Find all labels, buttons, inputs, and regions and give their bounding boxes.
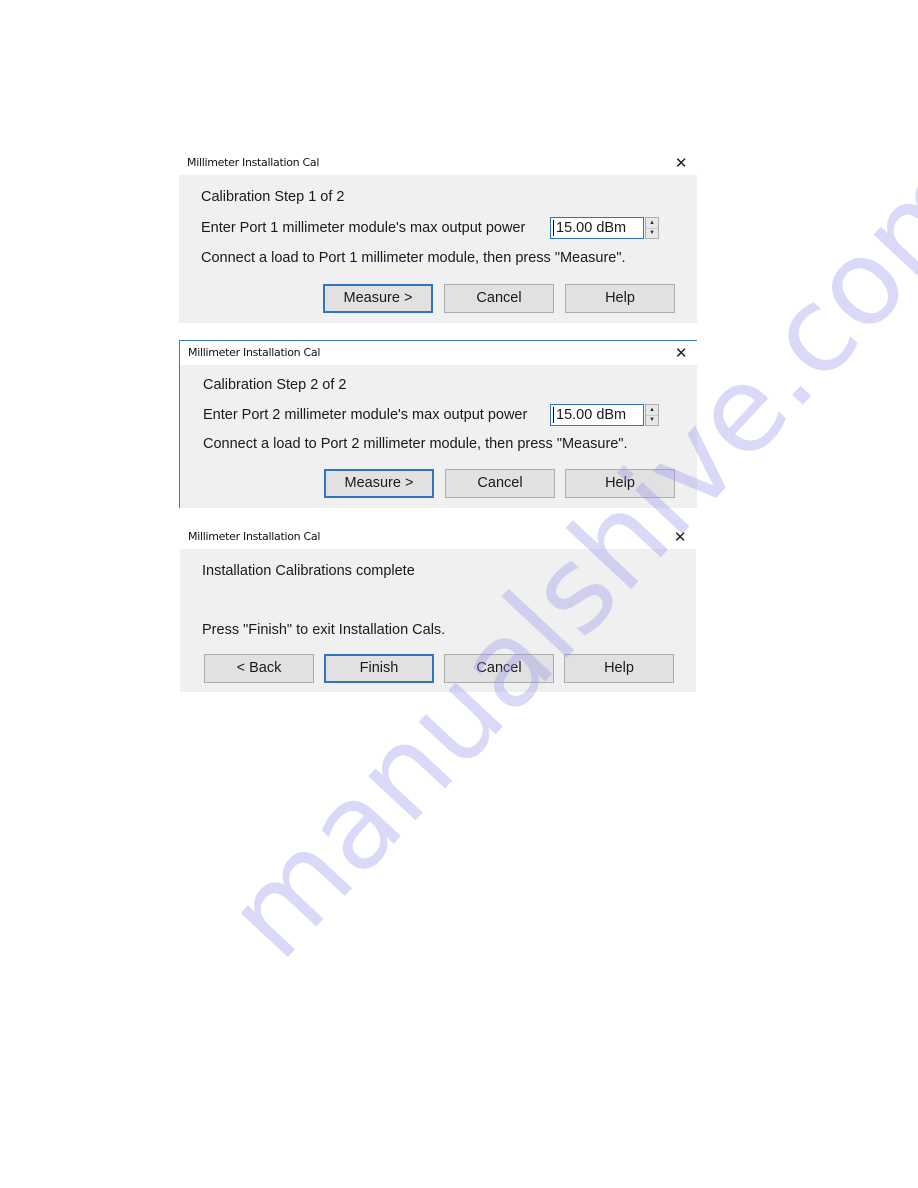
dialog-title-bar: Millimeter Installation Cal ✕ <box>180 525 696 549</box>
power-prompt-label: Enter Port 2 millimeter module's max out… <box>203 407 528 423</box>
calibration-complete-dialog: Millimeter Installation Cal ✕ Installati… <box>180 525 696 692</box>
dialog-title: Millimeter Installation Cal <box>188 346 321 359</box>
instruction-text: Connect a load to Port 1 millimeter modu… <box>201 250 626 266</box>
close-icon[interactable]: ✕ <box>672 525 688 549</box>
calibration-step-1-dialog: Millimeter Installation Cal ✕ Calibratio… <box>179 151 697 323</box>
back-button[interactable]: < Back <box>204 654 314 683</box>
measure-button[interactable]: Measure > <box>324 469 434 498</box>
help-button[interactable]: Help <box>565 469 675 498</box>
max-output-power-input[interactable]: 15.00 dBm <box>550 404 644 426</box>
text-caret <box>553 220 554 236</box>
spin-down-arrow-icon[interactable]: ▼ <box>646 228 658 238</box>
max-output-power-value: 15.00 dBm <box>556 407 627 423</box>
help-button[interactable]: Help <box>564 654 674 683</box>
dialog-title-bar: Millimeter Installation Cal ✕ <box>179 151 697 175</box>
dialog-title: Millimeter Installation Cal <box>188 530 321 543</box>
calibration-step-2-dialog: Millimeter Installation Cal ✕ Calibratio… <box>179 340 697 508</box>
step-heading: Calibration Step 1 of 2 <box>201 189 345 205</box>
completion-heading: Installation Calibrations complete <box>202 563 415 579</box>
power-spinner[interactable]: ▲ ▼ <box>645 217 659 239</box>
cancel-button[interactable]: Cancel <box>444 284 554 313</box>
help-button[interactable]: Help <box>565 284 675 313</box>
text-caret <box>553 407 554 423</box>
spin-down-arrow-icon[interactable]: ▼ <box>646 415 658 425</box>
max-output-power-value: 15.00 dBm <box>556 220 627 236</box>
dialog-title: Millimeter Installation Cal <box>187 156 320 169</box>
step-heading: Calibration Step 2 of 2 <box>203 377 347 393</box>
power-spinner[interactable]: ▲ ▼ <box>645 404 659 426</box>
dialog-title-bar: Millimeter Installation Cal ✕ <box>180 341 697 365</box>
close-icon[interactable]: ✕ <box>673 341 689 365</box>
measure-button[interactable]: Measure > <box>323 284 433 313</box>
cancel-button[interactable]: Cancel <box>445 469 555 498</box>
cancel-button[interactable]: Cancel <box>444 654 554 683</box>
instruction-text: Press "Finish" to exit Installation Cals… <box>202 622 446 638</box>
instruction-text: Connect a load to Port 2 millimeter modu… <box>203 436 628 452</box>
close-icon[interactable]: ✕ <box>673 151 689 175</box>
power-prompt-label: Enter Port 1 millimeter module's max out… <box>201 220 526 236</box>
finish-button[interactable]: Finish <box>324 654 434 683</box>
max-output-power-input[interactable]: 15.00 dBm <box>550 217 644 239</box>
